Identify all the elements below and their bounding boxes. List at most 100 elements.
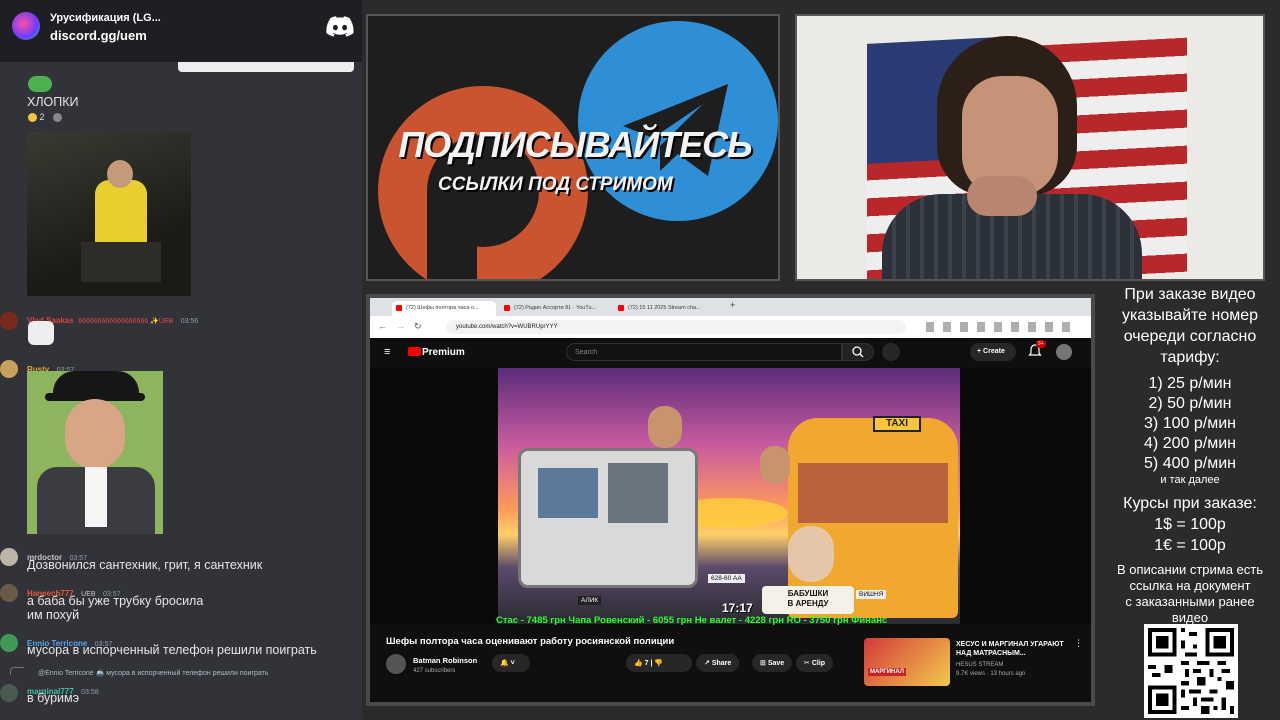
rate-item: 2) 50 р/мин [1148, 395, 1232, 412]
thumb-face [788, 526, 834, 582]
stream-clock: 17:17 [722, 601, 753, 615]
rate-etc: и так далее [1160, 474, 1220, 486]
new-tab-icon[interactable]: + [730, 300, 735, 310]
account-avatar[interactable] [1056, 344, 1072, 360]
rate-item: 3) 100 р/мин [1144, 415, 1236, 432]
taxi-sign: TAXI [873, 416, 921, 432]
recommended-meta: 9.7K views · 13 hours ago [956, 671, 1026, 677]
thumb-sign: БАБУШКИ В АРЕНДУ [762, 586, 854, 614]
browser-tab[interactable]: (72) 15 11 2025 Stream cha... [614, 301, 724, 316]
message-text: 666666666666666666 ✨UEB [78, 318, 174, 325]
search-input[interactable]: Search [566, 343, 842, 361]
timestamp: 03:56 [180, 318, 199, 325]
clip-label: Clip [811, 660, 826, 667]
avatar[interactable] [0, 548, 18, 566]
chat-overlay-widget [178, 62, 354, 72]
search-button[interactable] [842, 343, 874, 361]
add-reaction-icon[interactable] [53, 113, 63, 123]
browser-tab-active[interactable]: (72) Шефы полтора часа о... [392, 301, 496, 316]
save-label: Save [767, 660, 785, 667]
rate-item: 5) 400 р/мин [1144, 455, 1236, 472]
thumb-label: ВИШНЯ [856, 590, 887, 599]
like-dislike-button[interactable]: 👍 7 | 👎 [626, 654, 692, 672]
pepe-emoji-icon [28, 76, 52, 92]
tab-strip: (72) Шефы полтора часа о... (72) Радио А… [370, 298, 1091, 316]
meme-image-poirot[interactable] [27, 371, 163, 534]
meme-image-man-in-chair[interactable] [27, 132, 191, 296]
recommended-channel[interactable]: HESUS STREAM [956, 662, 1003, 668]
forward-icon[interactable]: → [396, 321, 405, 331]
server-name: Урусификация (LG... [50, 12, 161, 24]
reaction[interactable]: 2 [28, 112, 63, 123]
recommended-video[interactable]: МАРГИНАЛ ХЕСУС И МАРГИНАЛ УГАРАЮТ НАД МА… [864, 638, 1084, 686]
create-button[interactable]: + Create [970, 343, 1016, 361]
discord-server-bar: Урусификация (LG... discord.gg/uem [0, 0, 362, 62]
clip-button[interactable]: ✂ Clip [796, 654, 834, 672]
emoji-reaction-icon [28, 113, 37, 123]
like-count: 7 [644, 660, 649, 667]
extension-icons[interactable] [926, 322, 1076, 332]
thumb-label: АЛИК [578, 596, 602, 605]
subscriber-count: 427 subscribers [413, 668, 456, 674]
qr-code-icon [1144, 624, 1238, 718]
recommended-thumbnail[interactable]: МАРГИНАЛ [864, 638, 950, 686]
save-button[interactable]: ⊞ Save [752, 654, 793, 672]
youtube-favicon-icon [504, 305, 510, 311]
channel-name[interactable]: Batman Robinson [413, 656, 477, 665]
person-hand [967, 176, 1037, 216]
rates-header: Курсы при заказе: [1123, 495, 1257, 512]
server-avatar [12, 12, 40, 40]
share-label: Share [711, 660, 732, 667]
webcam-feed [795, 14, 1265, 281]
reload-icon[interactable]: ↻ [414, 321, 422, 332]
avatar[interactable] [0, 684, 18, 702]
youtube-logo-icon[interactable] [408, 347, 421, 356]
avatar[interactable] [0, 584, 18, 602]
discord-chat-overlay: Урусификация (LG... discord.gg/uem ХЛОПК… [0, 0, 362, 720]
tab-label: (72) Шефы полтора часа о... [406, 305, 479, 311]
server-invite-link[interactable]: discord.gg/uem [50, 28, 147, 43]
browser-window: (72) Шефы полтора часа о... (72) Радио А… [366, 294, 1095, 706]
microphone-icon[interactable] [882, 343, 900, 361]
search-icon [852, 346, 864, 358]
promo-title: ПОДПИСЫВАЙТЕСЬ [398, 124, 752, 165]
reply-preview[interactable]: @Ennio Terricone 🚢 мусора в испорченный … [38, 669, 269, 677]
browser-tab[interactable]: (72) Радио Ассорти 81 · YouTu... [500, 301, 610, 316]
thumb-face [648, 406, 682, 448]
reply-line [10, 667, 24, 675]
sticker-image [28, 321, 54, 345]
donation-ticker: Стас - 7485 грн Чапа Ровенский - 6055 гр… [496, 615, 888, 626]
avatar[interactable] [0, 312, 18, 330]
pricing-intro: очереди согласно [1123, 328, 1257, 345]
url-field[interactable]: youtube.com/watch?v=WUBRUprYYY [446, 320, 906, 334]
back-icon[interactable]: ← [378, 321, 387, 331]
avatar[interactable] [0, 634, 18, 652]
channel-avatar[interactable] [386, 654, 406, 674]
pricing-description: с заказанными ранее [1125, 594, 1255, 609]
recommended-title[interactable]: ХЕСУС И МАРГИНАЛ УГАРАЮТ НАД МАТРАСНЫМ..… [956, 640, 1072, 658]
timestamp: 03:58 [81, 689, 99, 696]
video-player[interactable]: TAXI АЛИК 628-60 АА ВИШНЯ БАБУШКИ В АРЕН… [370, 368, 1091, 626]
reaction-count: 2 [39, 112, 45, 122]
pricing-panel: При заказе видео указывайте номер очеред… [1100, 284, 1280, 720]
address-bar-row: ← → ↻ youtube.com/watch?v=WUBRUprYYY [370, 316, 1091, 338]
rate-item: 1) 25 р/мин [1148, 375, 1232, 392]
promo-banner: ПОДПИСЫВАЙТЕСЬ ССЫЛКИ ПОД СТРИМОМ [366, 14, 780, 281]
notification-badge: 9+ [1036, 340, 1046, 348]
video-frame: TAXI АЛИК 628-60 АА ВИШНЯ [498, 368, 960, 624]
pricing-description: ссылка на документ [1129, 578, 1251, 593]
avatar[interactable] [0, 360, 18, 378]
more-options-icon[interactable]: ⋮ [1074, 638, 1083, 649]
rate-usd: 1$ = 100р [1154, 516, 1226, 533]
youtube-brand[interactable]: Premium [422, 347, 465, 358]
tab-label: (72) 15 11 2025 Stream cha... [628, 305, 701, 311]
youtube-page: ≡ Premium Search + Create 9+ TAXI АЛИК 6… [370, 338, 1091, 702]
share-button[interactable]: ↗ Share [696, 654, 740, 672]
truck-window [608, 463, 668, 523]
rec-thumb-text: МАРГИНАЛ [868, 668, 906, 676]
tab-label: (72) Радио Ассорти 81 · YouTu... [514, 305, 597, 311]
youtube-favicon-icon [396, 305, 402, 311]
menu-icon[interactable]: ≡ [384, 346, 390, 358]
youtube-favicon-icon [618, 305, 624, 311]
subscribe-bell-button[interactable]: 🔔 ˅ [492, 654, 530, 672]
